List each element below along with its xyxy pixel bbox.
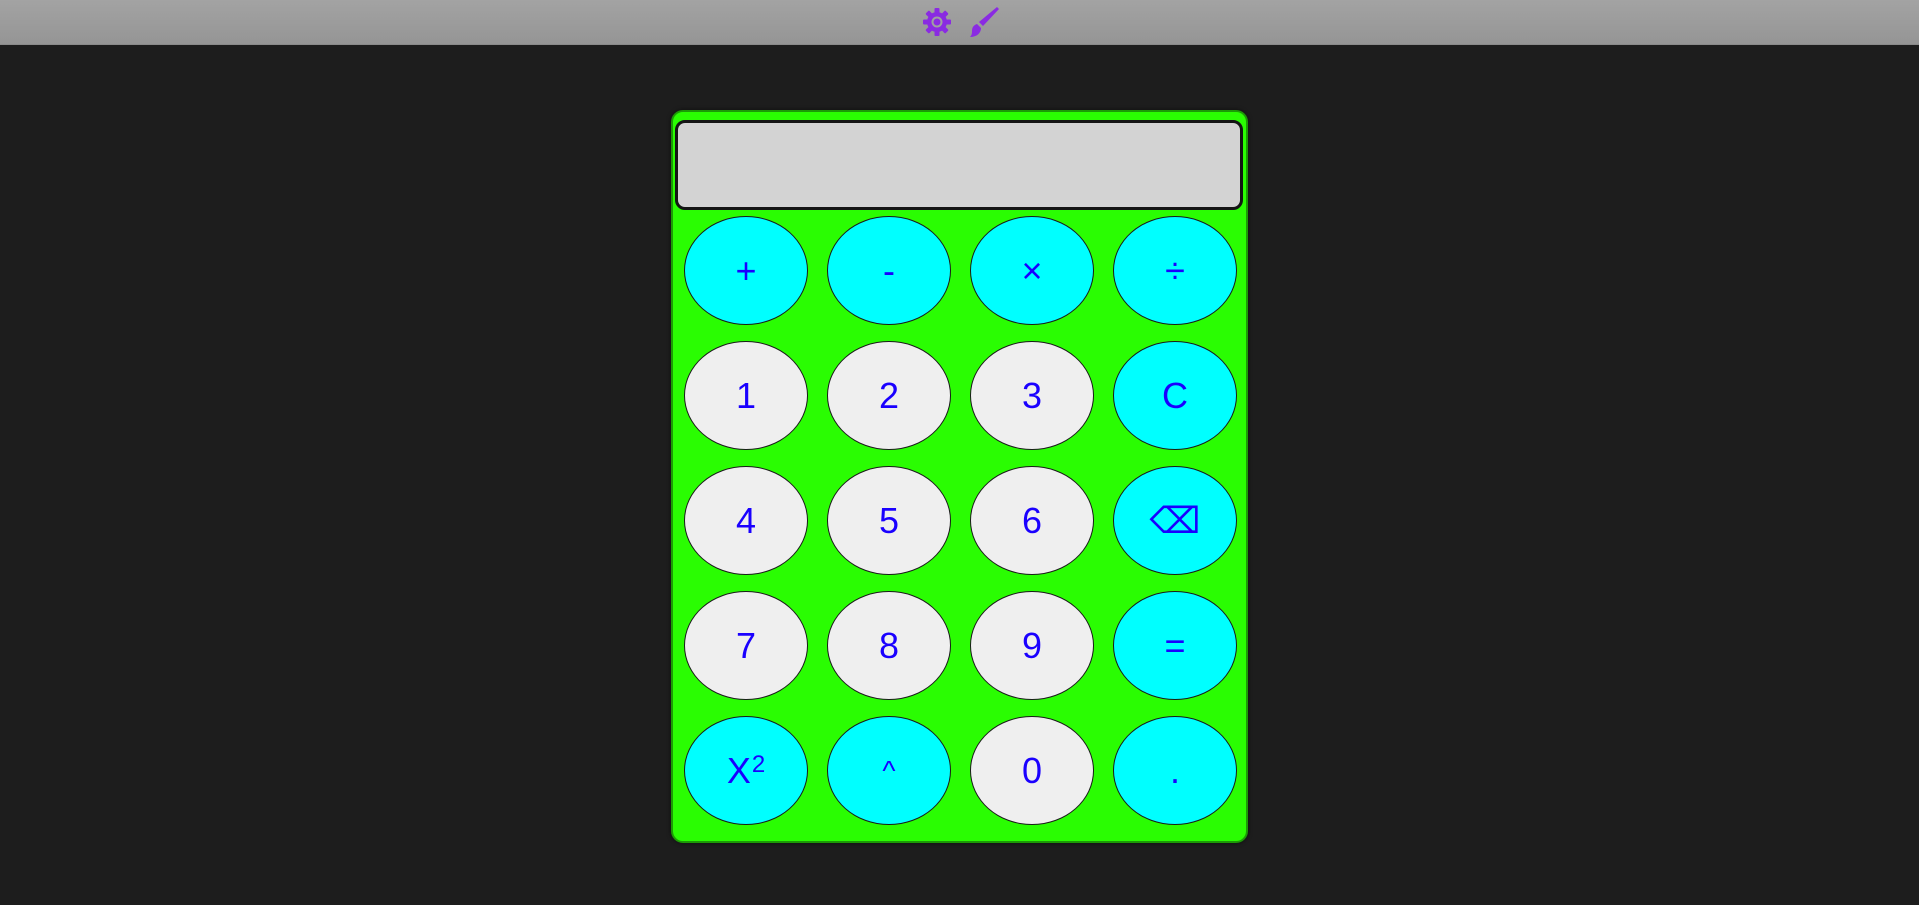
- digit-7-button[interactable]: 7: [684, 591, 808, 700]
- backspace-button[interactable]: ⌫: [1113, 466, 1237, 575]
- square-button[interactable]: X2: [684, 716, 808, 825]
- digit-8-button[interactable]: 8: [827, 591, 951, 700]
- decimal-button[interactable]: .: [1113, 716, 1237, 825]
- digit-3-button[interactable]: 3: [970, 341, 1094, 450]
- theme-button[interactable]: [966, 5, 1000, 39]
- multiply-button[interactable]: ×: [970, 216, 1094, 325]
- settings-button[interactable]: [920, 5, 954, 39]
- clear-button[interactable]: C: [1113, 341, 1237, 450]
- digit-5-button[interactable]: 5: [827, 466, 951, 575]
- toolbar-icons: [920, 5, 1000, 39]
- digit-1-button[interactable]: 1: [684, 341, 808, 450]
- digit-0-button[interactable]: 0: [970, 716, 1094, 825]
- plus-button[interactable]: +: [684, 216, 808, 325]
- digit-4-button[interactable]: 4: [684, 466, 808, 575]
- digit-9-button[interactable]: 9: [970, 591, 1094, 700]
- square-exponent-label: 2: [751, 750, 766, 778]
- top-toolbar: [0, 0, 1919, 45]
- keypad: + - × ÷ 1 2 3 C 4 5 6 ⌫ 7 8 9 = X2 ^ 0 .: [684, 216, 1237, 825]
- digit-2-button[interactable]: 2: [827, 341, 951, 450]
- paintbrush-icon: [970, 7, 999, 37]
- gear-icon: [923, 8, 951, 36]
- equals-button[interactable]: =: [1113, 591, 1237, 700]
- minus-button[interactable]: -: [827, 216, 951, 325]
- square-base-label: X: [726, 749, 751, 791]
- calculator-display: [675, 120, 1243, 210]
- digit-6-button[interactable]: 6: [970, 466, 1094, 575]
- power-button[interactable]: ^: [827, 716, 951, 825]
- divide-button[interactable]: ÷: [1113, 216, 1237, 325]
- calculator: + - × ÷ 1 2 3 C 4 5 6 ⌫ 7 8 9 = X2 ^ 0 .: [671, 110, 1248, 843]
